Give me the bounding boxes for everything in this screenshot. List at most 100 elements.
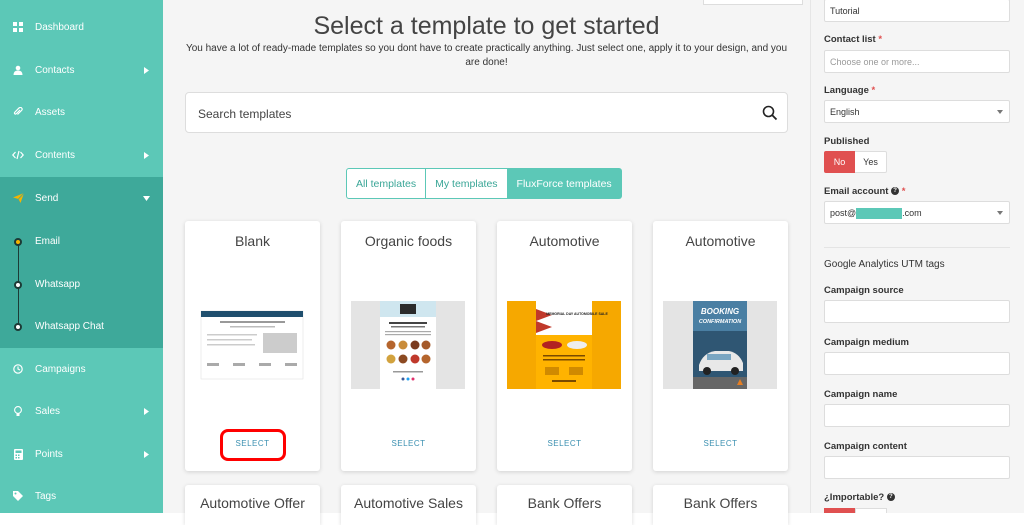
template-card-automotive-booking[interactable]: Automotive BOOKING CONFIRMATION SELECT bbox=[653, 221, 788, 471]
template-title: Automotive bbox=[529, 233, 600, 249]
dot-icon bbox=[14, 281, 22, 289]
help-icon: ? bbox=[891, 187, 900, 196]
sidebar-item-campaigns[interactable]: Campaigns bbox=[0, 348, 163, 390]
campaign-name-label: Campaign name bbox=[824, 389, 898, 400]
importable-toggle[interactable] bbox=[824, 508, 887, 513]
sidebar-item-label: Contents bbox=[35, 149, 76, 161]
email-account-label: Email account ? * bbox=[824, 186, 906, 197]
page-title: Select a template to get started bbox=[313, 12, 660, 40]
sidebar-subitem-label: Whatsapp Chat bbox=[35, 321, 104, 332]
sidebar-item-sales[interactable]: Sales bbox=[0, 390, 163, 432]
tab-fluxforce-templates[interactable]: FluxForce templates bbox=[507, 168, 622, 199]
sidebar-item-label: Contacts bbox=[35, 64, 75, 76]
sidebar-subitem-email[interactable]: Email bbox=[0, 221, 163, 263]
template-thumbnail: BOOKING CONFIRMATION bbox=[663, 301, 777, 389]
paperclip-icon bbox=[11, 105, 25, 119]
bulb-icon bbox=[11, 404, 25, 418]
sidebar-item-contents[interactable]: Contents bbox=[0, 134, 163, 176]
published-yes-button[interactable]: Yes bbox=[855, 151, 887, 173]
sidebar-item-send[interactable]: Send bbox=[0, 177, 163, 219]
template-thumbnail: MEMORIAL DAY AUTOMOBILE SALE bbox=[507, 301, 621, 389]
thumb-sale-text: MEMORIAL DAY AUTOMOBILE SALE bbox=[546, 312, 608, 316]
search-input[interactable]: Search templates bbox=[185, 92, 788, 133]
template-filter-tabs: All templates My templates FluxForce tem… bbox=[346, 168, 622, 199]
select-button[interactable]: SELECT bbox=[653, 439, 788, 448]
dropdown-arrow-icon bbox=[997, 110, 1003, 114]
chevron-right-icon bbox=[142, 151, 150, 159]
language-select[interactable]: English bbox=[824, 100, 1010, 123]
template-card-bank-offers[interactable]: Bank Offers bbox=[497, 485, 632, 525]
select-button[interactable]: SELECT bbox=[341, 439, 476, 448]
sidebar-item-assets[interactable]: Assets bbox=[0, 91, 163, 133]
ga-utm-heading: Google Analytics UTM tags bbox=[824, 259, 945, 270]
language-label: Language * bbox=[824, 85, 876, 96]
campaign-name-input[interactable] bbox=[824, 404, 1010, 427]
campaign-content-input[interactable] bbox=[824, 456, 1010, 479]
dashboard-icon bbox=[11, 20, 25, 34]
active-dot-icon bbox=[14, 238, 22, 246]
thumb-confirmation-text: CONFIRMATION bbox=[699, 319, 742, 325]
sidebar-item-tags[interactable]: Tags bbox=[0, 475, 163, 517]
sidebar-subitem-whatsapp[interactable]: Whatsapp bbox=[0, 264, 163, 306]
chevron-right-icon bbox=[142, 450, 150, 458]
published-no-button[interactable]: No bbox=[824, 151, 855, 173]
sidebar-item-label: Tags bbox=[35, 490, 57, 502]
template-card-automotive-offer[interactable]: Automotive Offer bbox=[185, 485, 320, 525]
template-card-blank[interactable]: Blank SELECT bbox=[185, 221, 320, 471]
search-icon[interactable] bbox=[762, 105, 778, 121]
sidebar-item-points[interactable]: Points bbox=[0, 433, 163, 475]
email-settings-panel: Tutorial Contact list * Choose one or mo… bbox=[810, 0, 1024, 513]
language-value: English bbox=[830, 107, 860, 117]
user-icon bbox=[11, 63, 25, 77]
template-card-organic-foods[interactable]: Organic foods SELECT bbox=[341, 221, 476, 471]
email-account-select[interactable]: post@ .com bbox=[824, 201, 1010, 224]
code-icon bbox=[11, 148, 25, 162]
sidebar-item-label: Dashboard bbox=[35, 21, 84, 33]
sidebar-item-label: Points bbox=[35, 448, 63, 460]
contact-list-label: Contact list * bbox=[824, 34, 883, 45]
campaign-content-label: Campaign content bbox=[824, 441, 907, 452]
template-thumbnail bbox=[195, 301, 309, 389]
paper-plane-icon bbox=[11, 191, 25, 205]
thumb-booking-text: BOOKING bbox=[701, 307, 739, 316]
sidebar-item-label: Sales bbox=[35, 405, 61, 417]
template-card-automotive[interactable]: Automotive MEMORIAL DAY AUTOMOBILE SALE … bbox=[497, 221, 632, 471]
email-prefix: post@ bbox=[830, 208, 857, 218]
template-card-automotive-sales[interactable]: Automotive Sales bbox=[341, 485, 476, 525]
template-title: Bank Offers bbox=[683, 495, 758, 511]
tab-all-templates[interactable]: All templates bbox=[346, 168, 427, 199]
contact-list-select[interactable]: Choose one or more... bbox=[824, 50, 1010, 73]
template-title: Organic foods bbox=[364, 233, 453, 249]
sidebar-item-label: Send bbox=[35, 192, 59, 204]
email-suffix: .com bbox=[902, 208, 922, 218]
campaign-medium-label: Campaign medium bbox=[824, 337, 909, 348]
tab-my-templates[interactable]: My templates bbox=[426, 168, 508, 199]
clock-icon bbox=[11, 362, 25, 376]
select-button[interactable]: SELECT bbox=[497, 439, 632, 448]
help-icon: ? bbox=[886, 493, 895, 502]
divider bbox=[824, 247, 1010, 248]
sidebar-item-dashboard[interactable]: Dashboard bbox=[0, 6, 163, 48]
chevron-right-icon bbox=[142, 407, 150, 415]
top-control-edge bbox=[703, 0, 803, 5]
sidebar-subitem-whatsapp-chat[interactable]: Whatsapp Chat bbox=[0, 306, 163, 348]
campaign-source-input[interactable] bbox=[824, 300, 1010, 323]
campaign-medium-input[interactable] bbox=[824, 352, 1010, 375]
calculator-icon bbox=[11, 447, 25, 461]
sidebar: Dashboard Contacts Assets Contents Send … bbox=[0, 0, 163, 513]
page-subtitle: You have a lot of ready-made templates s… bbox=[185, 43, 788, 68]
sidebar-item-contacts[interactable]: Contacts bbox=[0, 49, 163, 91]
published-label: Published bbox=[824, 136, 870, 147]
template-card-bank-offers-2[interactable]: Bank Offers bbox=[653, 485, 788, 525]
template-title: Bank Offers bbox=[527, 495, 602, 511]
campaign-source-label: Campaign source bbox=[824, 285, 904, 296]
tag-icon bbox=[11, 489, 25, 503]
dot-icon bbox=[14, 323, 22, 331]
chevron-right-icon bbox=[142, 66, 150, 74]
highlight-ring bbox=[220, 429, 286, 461]
template-thumbnail bbox=[351, 301, 465, 389]
dropdown-arrow-icon bbox=[997, 211, 1003, 215]
published-toggle: No Yes bbox=[824, 151, 887, 173]
template-gallery: Select a template to get started You hav… bbox=[163, 0, 810, 525]
tutorial-field[interactable]: Tutorial bbox=[824, 0, 1010, 22]
